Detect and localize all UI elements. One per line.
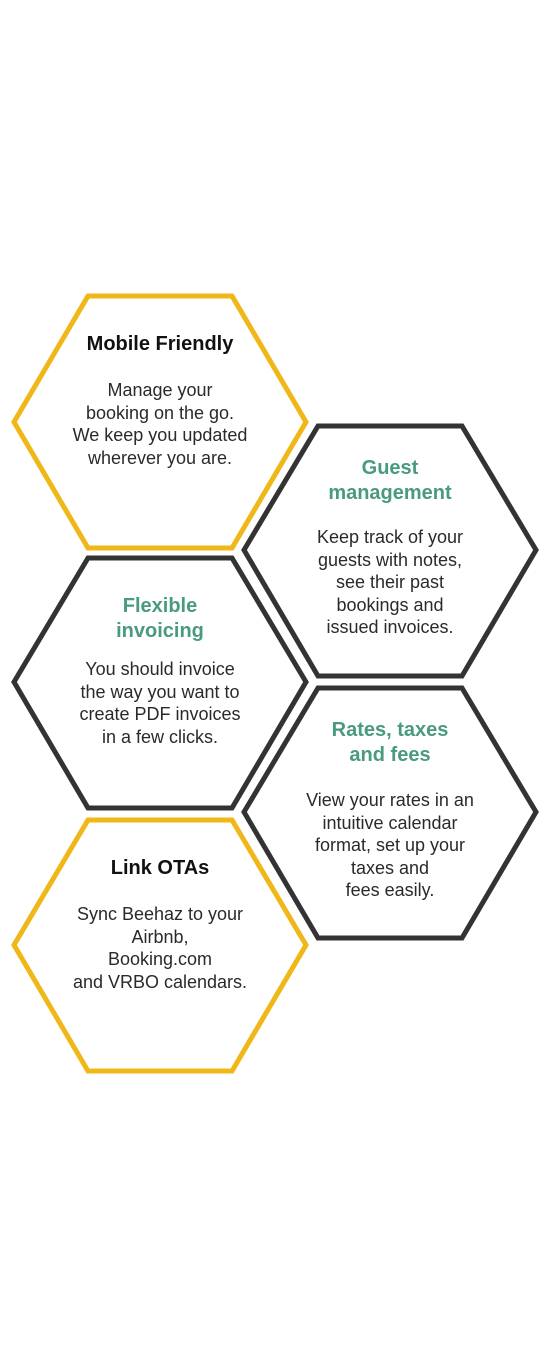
feature-title: Flexible invoicing [116,595,204,642]
feature-content: Link OTAs Sync Beehaz to your Airbnb, Bo… [52,818,268,1074]
feature-title: Guest management [328,457,452,504]
feature-title: Rates, taxes and fees [331,719,449,766]
feature-description: Manage your booking on the go. We keep y… [72,380,248,468]
feature-description: Keep track of your guests with notes, se… [316,527,464,637]
feature-title: Mobile Friendly [86,333,234,355]
feature-content: Rates, taxes and fees View your rates in… [282,686,498,942]
feature-description: Sync Beehaz to your Airbnb, Booking.com … [72,904,248,992]
feature-description: You should invoice the way you want to c… [79,659,241,747]
feature-card-link-otas: Link OTAs Sync Beehaz to your Airbnb, Bo… [11,817,309,1074]
feature-title: Link OTAs [110,857,210,879]
feature-content: Guest management Keep track of your gues… [282,424,498,680]
feature-description: View your rates in an intuitive calendar… [306,790,474,900]
feature-content: Mobile Friendly Manage your booking on t… [52,294,268,550]
feature-content: Flexible invoicing You should invoice th… [52,556,268,812]
